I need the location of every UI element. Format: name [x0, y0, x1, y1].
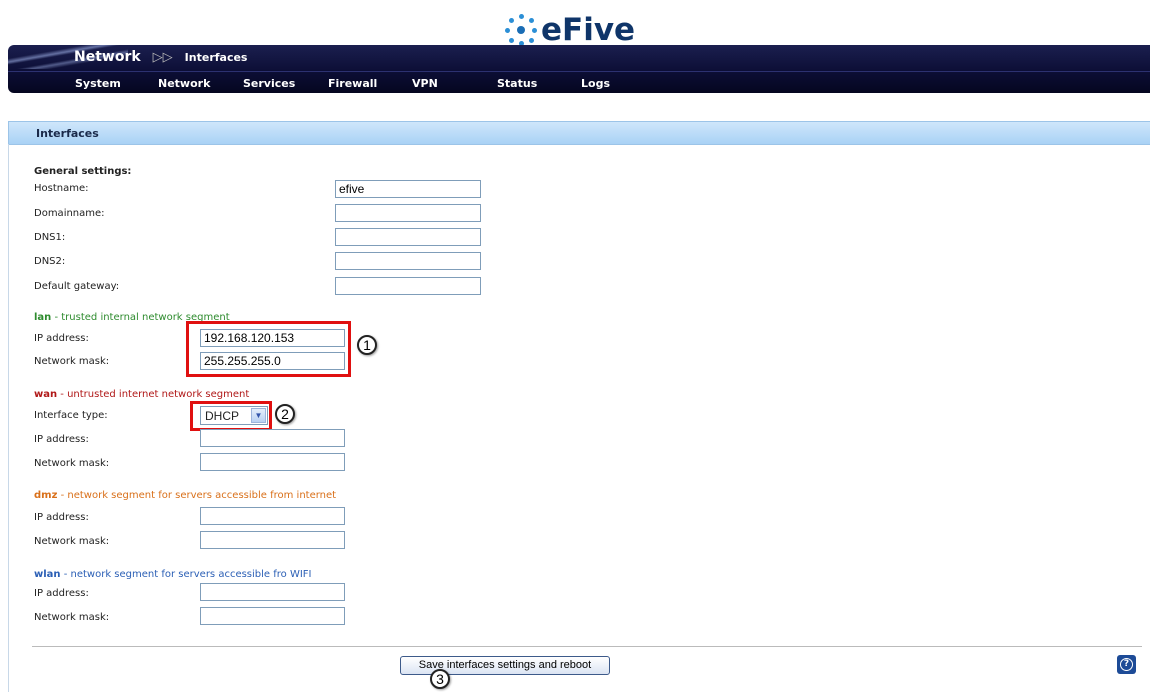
- wlan-ip-label: IP address:: [34, 588, 89, 599]
- wlan-mask-label: Network mask:: [34, 612, 110, 623]
- breadcrumb: Network ▷▷ Interfaces: [74, 49, 247, 65]
- efive-logo: eFive: [505, 10, 635, 50]
- dns1-input[interactable]: [335, 228, 481, 246]
- callout-1: 1: [357, 335, 377, 355]
- dns2-label: DNS2:: [34, 256, 66, 267]
- wlan-section-heading: wlan - network segment for servers acces…: [34, 569, 312, 580]
- domainname-input[interactable]: [335, 204, 481, 222]
- wan-interface-type-label: Interface type:: [34, 410, 108, 421]
- callout-2: 2: [275, 404, 295, 424]
- lan-name: lan: [34, 312, 52, 323]
- wan-section-heading: wan - untrusted internet network segment: [34, 389, 249, 400]
- menu-item-services[interactable]: Services: [243, 77, 295, 90]
- dmz-ip-label: IP address:: [34, 512, 89, 523]
- default-gateway-input[interactable]: [335, 277, 481, 295]
- dmz-description: - network segment for servers accessible…: [57, 490, 337, 501]
- lan-ip-label: IP address:: [34, 333, 89, 344]
- panel-body: [8, 144, 1150, 692]
- wlan-description: - network segment for servers accessible…: [60, 569, 312, 580]
- breadcrumb-section[interactable]: Network: [74, 49, 141, 65]
- lan-mask-label: Network mask:: [34, 356, 110, 367]
- menu-item-logs[interactable]: Logs: [581, 77, 610, 90]
- dmz-section-heading: dmz - network segment for servers access…: [34, 490, 336, 501]
- panel-title: Interfaces: [36, 127, 99, 140]
- general-settings-heading: General settings:: [34, 166, 132, 177]
- dns1-label: DNS1:: [34, 232, 66, 243]
- logo-text: eFive: [541, 12, 636, 48]
- callout-3: 3: [430, 669, 450, 689]
- hostname-label: Hostname:: [34, 183, 89, 194]
- dmz-mask-label: Network mask:: [34, 536, 110, 547]
- panel-header: Interfaces: [8, 121, 1150, 145]
- wan-name: wan: [34, 389, 58, 400]
- highlight-box-wan: [190, 401, 272, 431]
- breadcrumb-page: Interfaces: [184, 50, 248, 64]
- menu-item-vpn[interactable]: VPN: [412, 77, 438, 90]
- double-arrow-icon: ▷▷: [152, 49, 173, 65]
- wlan-ip-input[interactable]: [200, 583, 345, 601]
- dns2-input[interactable]: [335, 252, 481, 270]
- top-navigation-bar: Network ▷▷ Interfaces System Network Ser…: [8, 45, 1150, 93]
- menu-item-network[interactable]: Network: [158, 77, 210, 90]
- help-icon: ?: [1120, 658, 1133, 671]
- main-menu: System Network Services Firewall VPN Sta…: [8, 71, 1150, 94]
- menu-item-system[interactable]: System: [75, 77, 121, 90]
- dmz-ip-input[interactable]: [200, 507, 345, 525]
- menu-item-firewall[interactable]: Firewall: [328, 77, 377, 90]
- dmz-name: dmz: [34, 490, 58, 501]
- wlan-name: wlan: [34, 569, 61, 580]
- wan-ip-label: IP address:: [34, 434, 89, 445]
- help-button[interactable]: ?: [1117, 655, 1136, 674]
- wlan-mask-input[interactable]: [200, 607, 345, 625]
- highlight-box-lan: [186, 321, 351, 377]
- wan-mask-label: Network mask:: [34, 458, 110, 469]
- wan-mask-input[interactable]: [200, 453, 345, 471]
- hostname-input[interactable]: efive: [335, 180, 481, 198]
- domainname-label: Domainname:: [34, 208, 105, 219]
- wan-ip-input[interactable]: [200, 429, 345, 447]
- menu-item-status[interactable]: Status: [497, 77, 537, 90]
- divider: [32, 646, 1142, 647]
- dmz-mask-input[interactable]: [200, 531, 345, 549]
- default-gateway-label: Default gateway:: [34, 281, 120, 292]
- efive-logo-icon: [505, 14, 537, 46]
- wan-description: - untrusted internet network segment: [57, 389, 250, 400]
